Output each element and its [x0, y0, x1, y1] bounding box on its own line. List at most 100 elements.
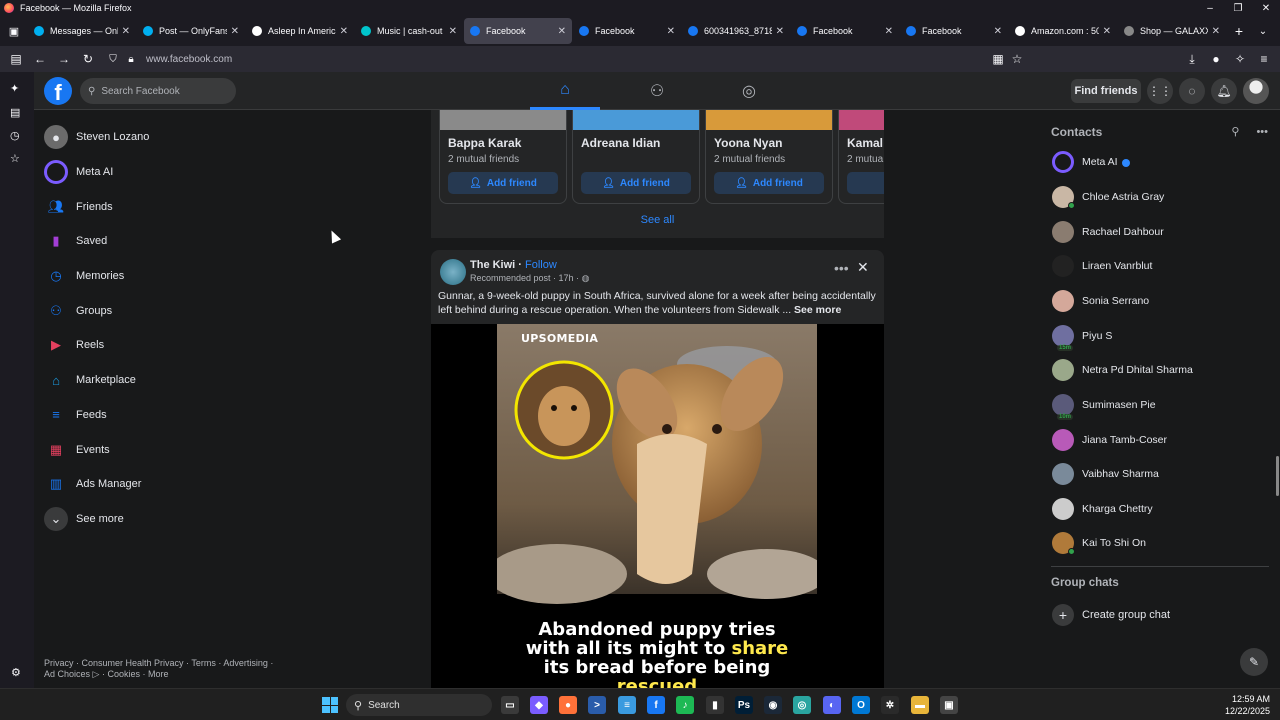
contact-item[interactable]: Meta AI	[1052, 145, 1262, 180]
tab-close-icon[interactable]: ✕	[449, 26, 457, 37]
app-icon[interactable]: ▣	[940, 696, 958, 714]
left-menu-item[interactable]: ⚇ Groups	[44, 293, 344, 328]
tab-close-icon[interactable]: ✕	[1103, 26, 1111, 37]
page-scrollbar[interactable]	[1276, 456, 1279, 496]
menu-grid-icon[interactable]: ⋮⋮	[1147, 78, 1173, 104]
suggested-friend-name[interactable]: Yoona Nyan	[714, 136, 832, 150]
reload-button[interactable]: ↻	[76, 47, 100, 71]
browser-tab[interactable]: Post — OnlyFans ✕	[137, 18, 245, 44]
sidebar-ai-icon[interactable]: ✦	[10, 82, 19, 95]
create-group-chat-button[interactable]: + Create group chat	[1052, 604, 1170, 626]
left-menu-item[interactable]: ⌄ See more	[44, 502, 344, 537]
minimize-button[interactable]: –	[1196, 0, 1224, 16]
facebook-search-input[interactable]: ⚲ Search Facebook	[80, 78, 236, 104]
browser-tab[interactable]: Facebook ✕	[573, 18, 681, 44]
browser-tab[interactable]: Music | cash-out ✕	[355, 18, 463, 44]
contact-item[interactable]: Vaibhav Sharma	[1052, 457, 1262, 492]
search-contacts-icon[interactable]: ⚲	[1231, 126, 1239, 138]
browser-tab[interactable]: Amazon.com : 500 I ✕	[1009, 18, 1117, 44]
left-menu-item[interactable]: ● Steven Lozano	[44, 120, 344, 155]
left-menu-item[interactable]: 👥︎ Friends	[44, 189, 344, 224]
new-message-compose-icon[interactable]: ✎	[1240, 648, 1268, 676]
add-friend-button[interactable]: 👤︎ Add friend	[714, 172, 824, 194]
lock-icon[interactable]: 🔒︎	[122, 54, 140, 65]
footer-links-line2[interactable]: Ad Choices ▷ · Cookies · More	[44, 669, 284, 680]
follow-link[interactable]: Follow	[525, 259, 557, 271]
new-tab-button[interactable]: +	[1227, 18, 1251, 44]
post-video[interactable]: UPSOMEDIA Abandoned puppy tries with all…	[497, 324, 817, 688]
tab-close-icon[interactable]: ✕	[885, 26, 893, 37]
add-friend-button[interactable]: 👤︎ Add friend	[581, 172, 691, 194]
nav-home-tab[interactable]: ⌂	[530, 72, 600, 110]
url-text[interactable]: www.facebook.com	[146, 54, 232, 65]
browser-tab[interactable]: 600341963_871863 ✕	[682, 18, 790, 44]
footer-links-line1[interactable]: Privacy · Consumer Health Privacy · Term…	[44, 658, 284, 669]
notepad-icon[interactable]: ≡	[618, 696, 636, 714]
suggested-friend-photo[interactable]	[706, 110, 832, 130]
sidebar-toggle-icon[interactable]: ▤	[4, 47, 28, 71]
left-menu-item[interactable]: ⌂ Marketplace	[44, 363, 344, 398]
account-icon[interactable]: ●	[1204, 47, 1228, 71]
add-friend-button[interactable]: 👤︎	[847, 172, 884, 194]
browser-tab[interactable]: Facebook ✕	[791, 18, 899, 44]
list-all-tabs-icon[interactable]: ⌄	[1251, 18, 1275, 44]
outlook-icon[interactable]: O	[852, 696, 870, 714]
extensions-icon[interactable]: ✧	[1228, 47, 1252, 71]
browser-tab[interactable]: Facebook ✕	[900, 18, 1008, 44]
sidebar-tabs-icon[interactable]: ▤	[10, 106, 20, 119]
left-menu-item[interactable]: ≡ Feeds	[44, 398, 344, 433]
windows-start-icon[interactable]	[322, 697, 338, 713]
find-friends-button[interactable]: Find friends	[1071, 79, 1141, 103]
contact-item[interactable]: 10m Sumimasen Pie	[1052, 388, 1262, 423]
profile-avatar[interactable]	[1243, 78, 1269, 104]
messenger-icon[interactable]: ◌	[1179, 78, 1205, 104]
tab-close-icon[interactable]: ✕	[558, 26, 566, 37]
audio-app-icon[interactable]: ▮	[706, 696, 724, 714]
folder-icon[interactable]: ▬	[911, 696, 929, 714]
notifications-bell-icon[interactable]: 🔔︎	[1211, 78, 1237, 104]
system-clock[interactable]: 12:59 AM 12/22/2025	[1225, 693, 1270, 717]
post-options-icon[interactable]: •••	[834, 260, 849, 276]
left-menu-item[interactable]: ▮ Saved	[44, 224, 344, 259]
see-more-link[interactable]: See more	[794, 304, 841, 316]
suggested-friend-name[interactable]: Bappa Karak	[448, 136, 566, 150]
suggested-friend-photo[interactable]	[573, 110, 699, 130]
terminal-icon[interactable]: >	[588, 696, 606, 714]
nav-groups-tab[interactable]: ◎	[714, 72, 784, 110]
sidebar-settings-icon[interactable]: ⚙	[11, 666, 21, 679]
left-menu-item[interactable]: ▥ Ads Manager	[44, 467, 344, 502]
post-video-container[interactable]: UPSOMEDIA Abandoned puppy tries with all…	[431, 324, 884, 688]
post-author-name[interactable]: The Kiwi	[470, 259, 515, 271]
tab-close-icon[interactable]: ✕	[667, 26, 675, 37]
suggested-friend-name[interactable]: Kamal (	[847, 136, 884, 150]
contact-item[interactable]: Jiana Tamb-Coser	[1052, 423, 1262, 458]
suggested-friend-photo[interactable]	[839, 110, 884, 130]
see-all-link[interactable]: See all	[431, 214, 884, 226]
add-friend-button[interactable]: 👤︎ Add friend	[448, 172, 558, 194]
left-menu-item[interactable]: Meta AI	[44, 155, 344, 190]
discord-icon[interactable]: ◐	[823, 696, 841, 714]
tab-close-icon[interactable]: ✕	[122, 26, 130, 37]
close-window-button[interactable]: ✕	[1252, 0, 1280, 16]
spotify-icon[interactable]: ♪	[676, 696, 694, 714]
contact-item[interactable]: Liraen Vanrblut	[1052, 249, 1262, 284]
contacts-options-icon[interactable]: •••	[1256, 126, 1268, 138]
downloads-icon[interactable]: ⤓	[1180, 47, 1204, 71]
browser-icon[interactable]: ◎	[793, 696, 811, 714]
tab-close-icon[interactable]: ✕	[776, 26, 784, 37]
hide-post-close-icon[interactable]: ✕	[857, 259, 869, 276]
maximize-button[interactable]: ❐	[1224, 0, 1252, 16]
contact-item[interactable]: Netra Pd Dhital Sharma	[1052, 353, 1262, 388]
left-menu-item[interactable]: ▦ Events	[44, 432, 344, 467]
back-button[interactable]: ←	[28, 47, 52, 71]
firefox-icon[interactable]: ●	[559, 696, 577, 714]
taskbar-search[interactable]: ⚲ Search	[346, 694, 492, 716]
sidebar-history-icon[interactable]: ◷	[10, 129, 20, 142]
tab-close-icon[interactable]: ✕	[231, 26, 239, 37]
contact-item[interactable]: Rachael Dahbour	[1052, 215, 1262, 250]
bookmark-star-icon[interactable]: ☆	[1005, 47, 1029, 71]
forward-button[interactable]: →	[52, 47, 76, 71]
browser-tab[interactable]: Messages — OnlyF ✕	[28, 18, 136, 44]
sidebar-bookmarks-icon[interactable]: ☆	[10, 152, 20, 165]
contact-item[interactable]: 15m Piyu S	[1052, 319, 1262, 354]
